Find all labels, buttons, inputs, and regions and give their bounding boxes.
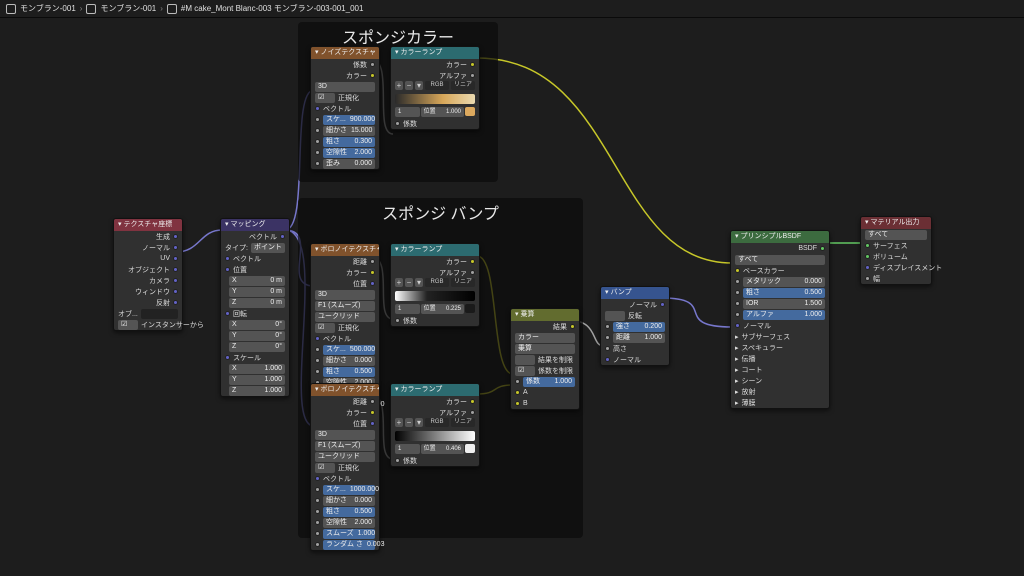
node-header[interactable]: ▾ マテリアル出力 <box>861 217 931 229</box>
node-canvas[interactable]: スポンジカラー スポンジ バンプ ▾ テクスチャ座標 生成 ノーマル UV オブ… <box>0 18 1024 576</box>
crumb-sep-icon: › <box>80 4 83 13</box>
node-noise-texture[interactable]: ▾ ノイズテクスチャ 係数 カラー 3D 正規化 ベクトル スケ...900.0… <box>310 46 380 170</box>
crumb-2[interactable]: モンブラン-001 <box>86 3 156 14</box>
node-material-output[interactable]: ▾ マテリアル出力 すべて サーフェス ボリューム ディスプレイスメント 幅 <box>860 216 932 285</box>
node-voronoi-2[interactable]: ▾ ボロノイテクスチャ 距離 カラー 位置 3D F1 (スムーズ) ユークリッ… <box>310 383 380 551</box>
crumb-sep-icon: › <box>160 4 163 13</box>
mesh-icon <box>86 4 96 14</box>
node-header[interactable]: ▾ カラーランプ <box>391 244 479 256</box>
node-header[interactable]: ▾ 乗算 <box>511 309 579 321</box>
node-mapping[interactable]: ▾ マッピング ベクトル タイプ:ポイント ベクトル 位置 X0 m Y0 m … <box>220 218 290 397</box>
breadcrumb-bar: モンブラン-001 › モンブラン-001 › #M cake_Mont Bla… <box>0 0 1024 18</box>
node-mix-multiply[interactable]: ▾ 乗算 結果 カラー 乗算 結果を制限 係数を制限 係数1.000 A B <box>510 308 580 410</box>
frame-title: スポンジカラー <box>298 24 498 48</box>
node-header[interactable]: ▾ テクスチャ座標 <box>114 219 182 231</box>
node-header[interactable]: ▾ ボロノイテクスチャ <box>311 244 379 256</box>
node-header[interactable]: ▾ バンプ <box>601 287 669 299</box>
color-ramp-gradient[interactable] <box>395 94 475 104</box>
frame-title: スポンジ バンプ <box>298 200 583 224</box>
node-color-ramp-3[interactable]: ▾ カラーランプ カラー アルファ +−▾RGBリニア 1位置0.406 係数 <box>390 383 480 467</box>
node-bump[interactable]: ▾ バンプ ノーマル 反転 強さ0.200 距離1.000 高さ ノーマル <box>600 286 670 366</box>
material-icon <box>167 4 177 14</box>
node-header[interactable]: ▾ カラーランプ <box>391 384 479 396</box>
node-color-ramp-2[interactable]: ▾ カラーランプ カラー アルファ +−▾RGBリニア 1位置0.225 係数 <box>390 243 480 327</box>
node-principled-bsdf[interactable]: ▾ プリンシプルBSDF BSDF すべて ベースカラー メタリック0.000 … <box>730 230 830 409</box>
crumb-1[interactable]: モンブラン-001 <box>6 3 76 14</box>
object-icon <box>6 4 16 14</box>
node-header[interactable]: ▾ ボロノイテクスチャ <box>311 384 379 396</box>
node-header[interactable]: ▾ プリンシプルBSDF <box>731 231 829 243</box>
node-header[interactable]: ▾ マッピング <box>221 219 289 231</box>
node-header[interactable]: ▾ ノイズテクスチャ <box>311 47 379 59</box>
node-color-ramp-1[interactable]: ▾ カラーランプ カラー アルファ +−▾RGBリニア 1位置1.000 係数 <box>390 46 480 130</box>
node-texture-coordinate[interactable]: ▾ テクスチャ座標 生成 ノーマル UV オブジェクト カメラ ウィンドウ 反射… <box>113 218 183 331</box>
crumb-3[interactable]: #M cake_Mont Blanc-003 モンブラン-003-001_001 <box>167 3 364 14</box>
color-ramp-gradient[interactable] <box>395 431 475 441</box>
node-header[interactable]: ▾ カラーランプ <box>391 47 479 59</box>
color-ramp-gradient[interactable] <box>395 291 475 301</box>
